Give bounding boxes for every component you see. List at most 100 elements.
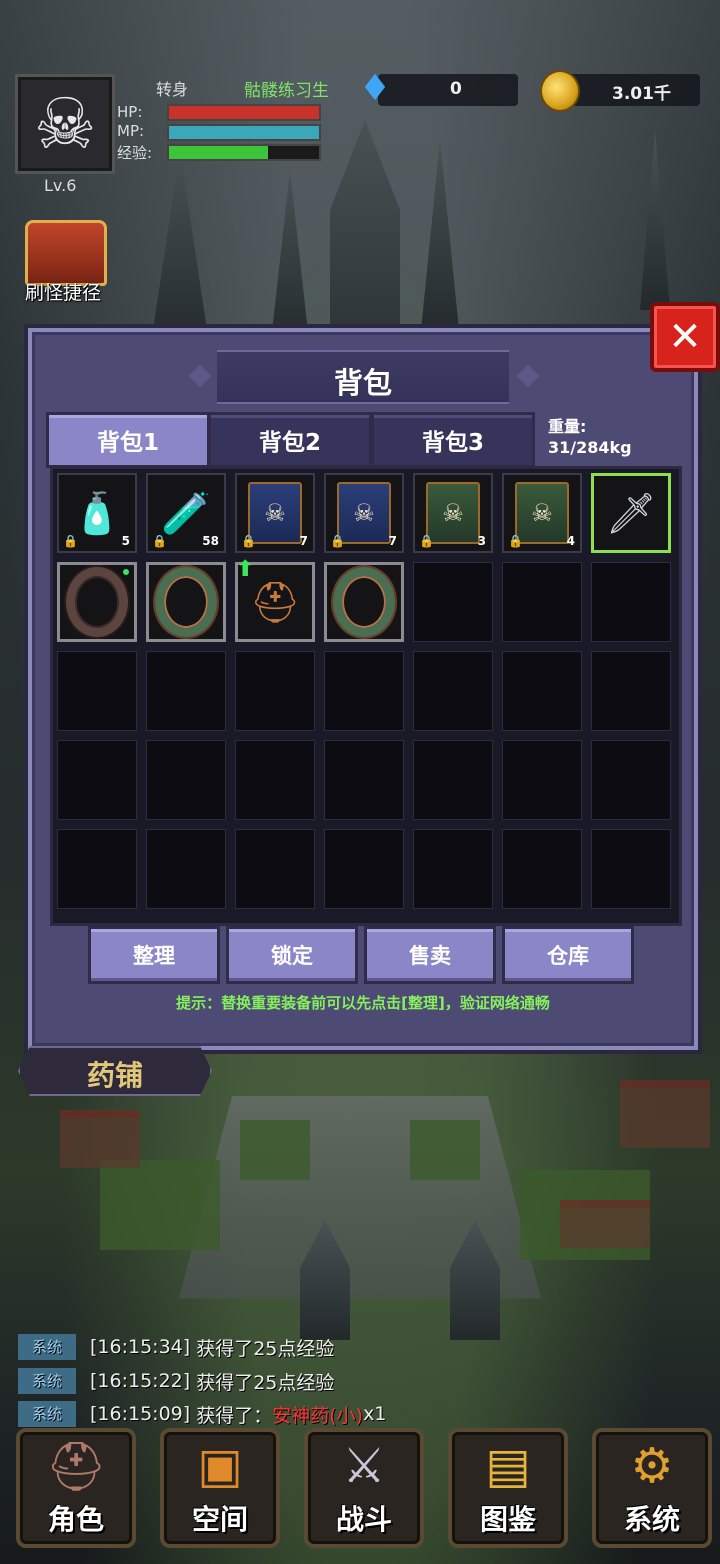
inventory-slot[interactable] <box>413 829 493 909</box>
warehouse-button[interactable]: 仓库 <box>502 926 634 984</box>
tab-bag-2[interactable]: 背包2 <box>208 412 372 468</box>
tab-bag-3[interactable]: 背包3 <box>371 412 535 468</box>
lock-icon: 🔒 <box>330 534 345 548</box>
player-title: 骷髅练习生 <box>244 81 329 101</box>
log-time: [16:15:09] <box>90 1403 191 1425</box>
log-text: 获得了25点经验 <box>196 1371 335 1394</box>
inventory-slot[interactable] <box>502 562 582 642</box>
inventory-slot[interactable] <box>591 829 671 909</box>
gold-value: 3.01千 <box>612 84 671 104</box>
item-quantity: 7 <box>299 534 308 548</box>
lock-button[interactable]: 锁定 <box>226 926 358 984</box>
sort-button[interactable]: 整理 <box>88 926 220 984</box>
item-quantity: 3 <box>477 534 486 548</box>
log-item-qty: x1 <box>363 1403 387 1425</box>
bag-title-bar: 背包 <box>217 350 509 404</box>
nav-character[interactable]: ⛑ 角色 <box>16 1428 136 1548</box>
hp-bar <box>167 104 321 121</box>
inventory-slot[interactable] <box>57 562 137 642</box>
inventory-slot[interactable] <box>502 651 582 731</box>
monster-shortcut-button[interactable]: 刷怪捷径 <box>19 218 107 304</box>
inventory-slot[interactable] <box>324 740 404 820</box>
inventory-slot[interactable] <box>146 651 226 731</box>
nav-space[interactable]: ▣ 空间 <box>160 1428 280 1548</box>
inventory-slot[interactable]: 🧪 🔒 58 <box>146 473 226 553</box>
sword-icon: ⚔ <box>342 1438 386 1494</box>
diamond-icon: ♦ <box>358 67 392 109</box>
log-tag: 系统 <box>18 1401 76 1427</box>
inventory-slot[interactable]: ☠ 🔒 7 <box>235 473 315 553</box>
inventory-slot[interactable] <box>146 829 226 909</box>
mp-label: MP: <box>117 122 145 140</box>
lock-icon: 🔒 <box>419 534 434 548</box>
treasure-chest-icon <box>25 220 107 286</box>
log-tag: 系统 <box>18 1334 76 1360</box>
weight-display: 重量: 31/284kg <box>548 416 632 458</box>
inventory-slot[interactable]: ☠ 🔒 3 <box>413 473 493 553</box>
inventory-slot[interactable] <box>146 740 226 820</box>
inventory-slot[interactable] <box>146 562 226 642</box>
bronze-ring-icon <box>327 565 401 639</box>
weight-value: 31/284kg <box>548 438 632 457</box>
rebirth-label: 转身 <box>156 80 189 99</box>
inventory-slot[interactable] <box>591 651 671 731</box>
log-line: 系统 [16:15:34] 获得了25点经验 <box>18 1332 334 1362</box>
inventory-slot[interactable] <box>324 562 404 642</box>
gear-icon: ⚙ <box>630 1438 674 1494</box>
inventory-slot[interactable] <box>57 829 137 909</box>
inventory-slot[interactable]: 🧴 🔒 5 <box>57 473 137 553</box>
sword-icon: 🗡 <box>605 490 657 537</box>
lock-icon: 🔒 <box>63 534 78 548</box>
weight-label: 重量: <box>548 417 587 436</box>
inventory-slot[interactable] <box>235 740 315 820</box>
inventory-slot[interactable] <box>235 829 315 909</box>
lock-icon: 🔒 <box>152 534 167 548</box>
inventory-slot[interactable]: ☠ 🔒 7 <box>324 473 404 553</box>
skull-icon: ☠ <box>33 83 97 165</box>
sell-button[interactable]: 售卖 <box>364 926 496 984</box>
item-quantity: 58 <box>202 534 219 548</box>
inventory-slot[interactable]: ☠ 🔒 4 <box>502 473 582 553</box>
close-button[interactable]: ✕ <box>650 302 720 372</box>
inventory-slot[interactable] <box>324 829 404 909</box>
shop-label[interactable]: 药铺 <box>18 1046 212 1096</box>
dark-bracelet-icon <box>60 565 134 639</box>
hp-label: HP: <box>117 103 143 121</box>
exp-bar <box>167 144 321 161</box>
inventory-slot[interactable] <box>57 740 137 820</box>
bag-title: 背包 <box>333 366 392 400</box>
nav-codex[interactable]: ▤ 图鉴 <box>448 1428 568 1548</box>
chest-icon: ▣ <box>197 1438 243 1494</box>
log-time: [16:15:34] <box>90 1336 191 1358</box>
lock-icon: 🔒 <box>508 534 523 548</box>
inventory-slot[interactable] <box>324 651 404 731</box>
inventory-slot[interactable] <box>413 651 493 731</box>
inventory-slot[interactable]: ⛑ ⬆ <box>235 557 315 642</box>
helmet-icon: ⛑ <box>45 1439 107 1495</box>
inventory-slot[interactable] <box>591 740 671 820</box>
gold-coin-icon <box>540 70 580 112</box>
inventory-slot[interactable] <box>235 651 315 731</box>
inventory-slot[interactable] <box>502 829 582 909</box>
book-icon: ▤ <box>485 1438 531 1494</box>
inventory-slot[interactable] <box>413 740 493 820</box>
log-time: [16:15:22] <box>90 1370 191 1392</box>
bag-panel: 背包 背包1 背包2 背包3 重量: 31/284kg 🧴 🔒 5 🧪 🔒 58 ☠ 🔒 7 ☠ 🔒… <box>28 328 698 1050</box>
player-avatar[interactable]: ☠ <box>15 74 115 174</box>
inventory-slot[interactable] <box>591 562 671 642</box>
inventory-slot[interactable] <box>57 651 137 731</box>
mp-bar <box>167 124 321 141</box>
log-text: 获得了25点经验 <box>196 1337 335 1360</box>
nav-system[interactable]: ⚙ 系统 <box>592 1428 712 1548</box>
inventory-slot[interactable]: 🗡 <box>591 473 671 553</box>
tip-text: 提示：替换重要装备前可以先点击[整理]，验证网络通畅 <box>176 994 550 1012</box>
lock-icon: 🔒 <box>241 534 256 548</box>
inventory-slot[interactable] <box>502 740 582 820</box>
nav-battle[interactable]: ⚔ 战斗 <box>304 1428 424 1548</box>
inventory-slot[interactable] <box>413 562 493 642</box>
upgrade-arrow-icon: ⬆ <box>236 557 255 582</box>
tab-bag-1[interactable]: 背包1 <box>46 412 210 468</box>
shortcut-label: 刷怪捷径 <box>24 282 101 304</box>
inventory-grid: 🧴 🔒 5 🧪 🔒 58 ☠ 🔒 7 ☠ 🔒 7 ☠ 🔒 3 ☠ 🔒 4 🗡 ⛑ ⬆ <box>50 466 682 926</box>
log-item-name: 安神药(小) <box>272 1404 364 1427</box>
